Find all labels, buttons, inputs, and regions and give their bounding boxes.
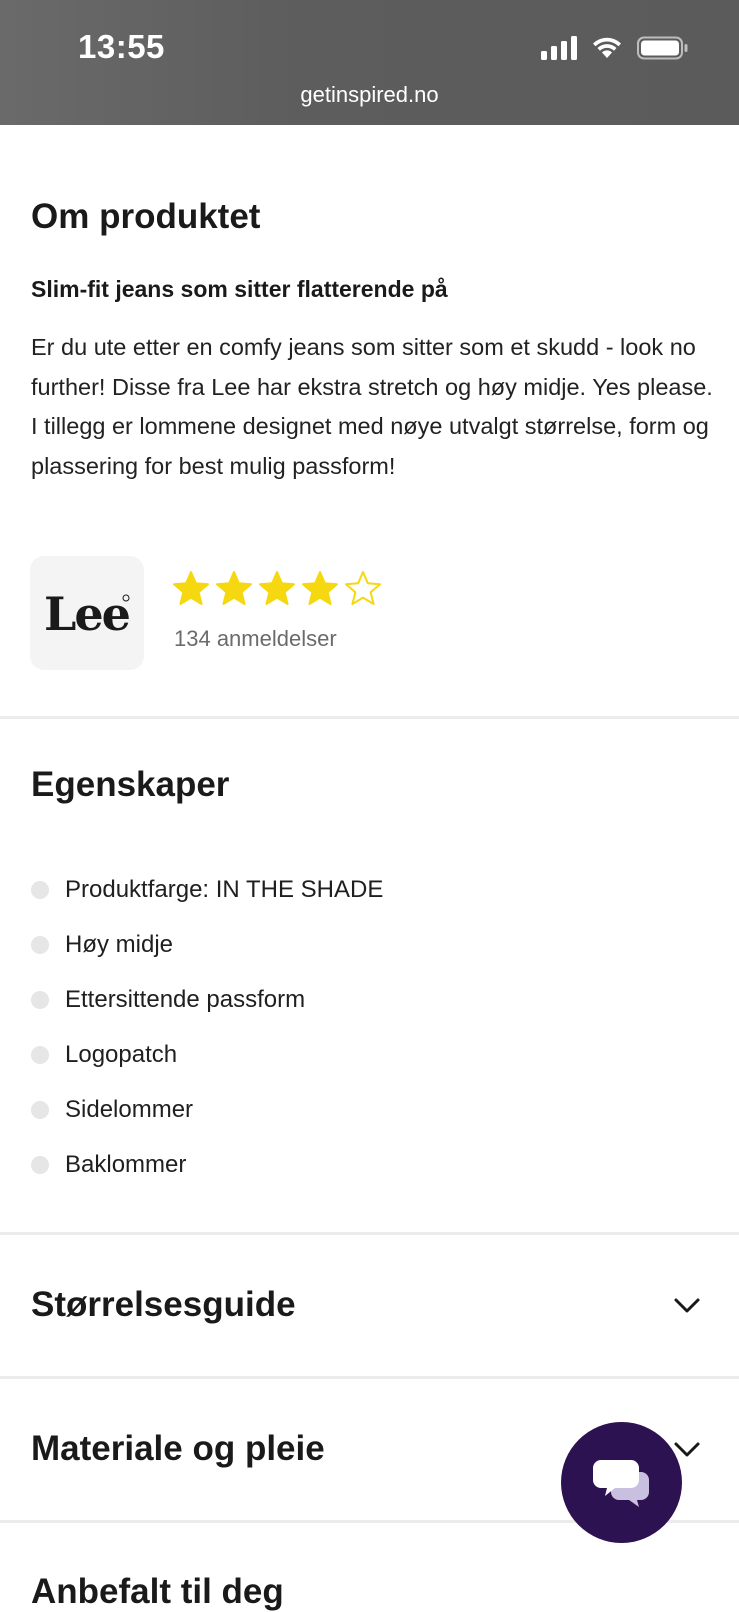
wifi-icon — [593, 37, 621, 58]
status-bar: 13:55 getinspired.no — [0, 0, 739, 125]
bullet-icon — [31, 1045, 49, 1064]
status-icons — [541, 36, 689, 60]
about-title: Om produktet — [31, 197, 261, 236]
divider — [0, 716, 739, 719]
list-item: Baklommer — [31, 1137, 383, 1192]
about-subtitle: Slim-fit jeans som sitter flatterende på — [31, 276, 448, 302]
lee-logo: Lee — [44, 592, 132, 638]
accordion-size-guide[interactable]: Størrelsesguide — [0, 1235, 739, 1375]
features-title: Egenskaper — [31, 765, 230, 804]
battery-icon — [637, 36, 688, 60]
bullet-icon — [31, 990, 49, 1009]
rating-stars[interactable] — [172, 570, 382, 606]
chat-icon — [593, 1460, 649, 1507]
signal-icon — [541, 36, 577, 60]
list-item: Produktfarge: IN THE SHADE — [31, 862, 383, 917]
star-filled-icon — [259, 571, 295, 605]
accordion-title: Størrelsesguide — [31, 1285, 296, 1324]
features-list: Produktfarge: IN THE SHADE Høy midje Ett… — [31, 862, 383, 1192]
list-item: Logopatch — [31, 1027, 383, 1082]
about-description: Er du ute etter en comfy jeans som sitte… — [31, 334, 713, 479]
star-filled-icon — [302, 571, 338, 605]
svg-text:Lee: Lee — [44, 592, 130, 638]
reviews-count[interactable]: 134 anmeldelser — [174, 626, 337, 652]
star-filled-icon — [216, 571, 252, 605]
brand-logo[interactable]: Lee — [30, 556, 144, 670]
list-item: Ettersittende passform — [31, 972, 383, 1027]
bullet-icon — [31, 880, 49, 899]
chevron-down-icon — [674, 1442, 700, 1457]
list-item: Sidelommer — [31, 1082, 383, 1137]
star-empty-icon — [345, 571, 381, 605]
bullet-icon — [31, 1155, 49, 1174]
clock: 13:55 — [78, 28, 165, 65]
accordion-title: Materiale og pleie — [31, 1429, 325, 1468]
bullet-icon — [31, 1100, 49, 1119]
chevron-down-icon — [674, 1298, 700, 1313]
list-item: Høy midje — [31, 917, 383, 972]
star-filled-icon — [173, 571, 209, 605]
chat-button[interactable] — [561, 1422, 682, 1543]
bullet-icon — [31, 935, 49, 954]
url-bar[interactable]: getinspired.no — [0, 82, 739, 108]
recommended-title: Anbefalt til deg — [31, 1572, 284, 1611]
